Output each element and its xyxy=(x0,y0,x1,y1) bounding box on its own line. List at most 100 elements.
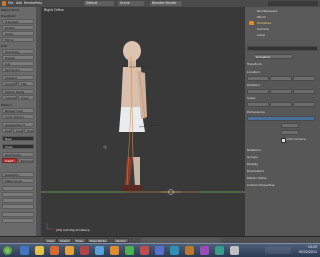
shelf-button-line[interactable]: Line xyxy=(13,128,23,133)
lamp-marker xyxy=(103,145,107,149)
viewport-scene xyxy=(41,41,245,230)
layout-selector[interactable]: Default xyxy=(84,1,114,6)
panel-transform[interactable]: Transform xyxy=(247,62,262,67)
shelf-button-motion-paths[interactable]: Motion Paths xyxy=(2,89,34,94)
dimension-value-field-2[interactable] xyxy=(281,130,299,135)
shelf-section-transform[interactable]: Transform xyxy=(1,14,35,18)
taskbar-app-icon-8[interactable] xyxy=(125,246,134,255)
3d-viewport[interactable]: Right Ortho (24) Cell Rig Armature xyxy=(41,7,245,236)
properties-context-tabs[interactable] xyxy=(247,46,318,51)
dimension-value-field[interactable] xyxy=(281,123,299,128)
outliner[interactable]: RenderLayers World Armature Camera Lamp xyxy=(245,7,320,46)
object-name-field[interactable]: Armature xyxy=(253,54,293,59)
shelf-section-history[interactable]: History xyxy=(1,103,35,107)
scale-x-field[interactable] xyxy=(247,102,269,107)
outliner-item-lamp[interactable]: Lamp xyxy=(257,33,265,38)
shelf-button-remove-keyframe[interactable]: Remove xyxy=(18,158,34,163)
shelf-button-draw[interactable]: Draw xyxy=(2,128,12,133)
menu-render[interactable]: Render xyxy=(24,1,35,5)
label-scale: Scale: xyxy=(247,96,257,100)
shelf-button-extra-3[interactable] xyxy=(2,198,34,203)
menu-add[interactable]: Add xyxy=(16,1,22,5)
shelf-button-keyframes[interactable]: Keyframes xyxy=(2,152,34,157)
blender-logo-icon[interactable] xyxy=(2,1,6,6)
shelf-button-shading[interactable]: Shading xyxy=(2,75,34,80)
properties-editor[interactable]: Armature Transform Location: Rotation: S… xyxy=(245,45,320,236)
taskbar-app-icon-12[interactable] xyxy=(185,246,194,255)
taskbar: 10:25 05/22/2011 xyxy=(0,243,320,257)
shelf-button-relations[interactable]: Relations xyxy=(2,172,34,177)
shelf-button-grease-pencil[interactable]: Grease Pencil xyxy=(2,122,34,127)
shelf-button-new[interactable]: New xyxy=(2,136,34,141)
taskbar-app-icon-10[interactable] xyxy=(155,246,164,255)
blender-taskbar-icon[interactable] xyxy=(110,246,119,255)
menu-file[interactable]: File xyxy=(8,1,13,5)
taskbar-app-icon-3[interactable] xyxy=(50,246,59,255)
location-y-field[interactable] xyxy=(270,76,292,81)
taskbar-app-icon-6[interactable] xyxy=(95,246,104,255)
taskbar-app-icon-11[interactable] xyxy=(170,246,179,255)
shelf-button-repeat-last[interactable]: Repeat Last xyxy=(2,108,34,113)
shelf-button-set-origin[interactable]: Set Origin xyxy=(2,67,34,72)
label-location: Location: xyxy=(247,70,261,74)
taskbar-app-icon-1[interactable] xyxy=(20,246,29,255)
location-z-field[interactable] xyxy=(293,76,315,81)
scale-z-field[interactable] xyxy=(293,102,315,107)
render-engine-selector[interactable]: Blender Render xyxy=(150,1,182,6)
panel-custom-properties[interactable]: Custom Properties xyxy=(247,183,275,188)
taskbar-app-icon-13[interactable] xyxy=(200,246,209,255)
shelf-section-object-tools[interactable]: Object Tools xyxy=(1,8,35,12)
taskbar-app-icon-14[interactable] xyxy=(215,246,224,255)
scene-selector[interactable]: Scene xyxy=(118,1,144,6)
shelf-button-translate[interactable]: Translate xyxy=(2,19,34,24)
shelf-button-clear[interactable]: Clear xyxy=(18,95,34,100)
rotation-y-field[interactable] xyxy=(270,89,292,94)
shelf-button-extra-4[interactable] xyxy=(2,204,34,209)
shelf-button-rotate[interactable]: Rotate xyxy=(2,25,34,30)
outliner-item-world[interactable]: World xyxy=(257,15,266,20)
shelf-button-extra-1[interactable] xyxy=(2,186,34,191)
shelf-button-calculate[interactable]: Calculate xyxy=(2,95,17,100)
panel-groups[interactable]: Groups xyxy=(247,155,258,160)
taskbar-app-icon-9[interactable] xyxy=(140,246,149,255)
menu-help[interactable]: Help xyxy=(35,1,42,5)
system-tray[interactable] xyxy=(265,247,291,254)
taskbar-app-icon-15[interactable] xyxy=(230,246,239,255)
shelf-button-extra-5[interactable] xyxy=(2,212,34,217)
shelf-button-join[interactable]: Join xyxy=(2,61,34,66)
window-controls[interactable] xyxy=(268,1,318,6)
viewport-object-info: (24) Cell Rig Armature xyxy=(56,228,90,232)
shelf-button-extra-6[interactable] xyxy=(2,218,34,223)
rotation-x-field[interactable] xyxy=(247,89,269,94)
label-rotation: Rotation: xyxy=(247,83,261,87)
shelf-section-edit[interactable]: Edit xyxy=(1,44,35,48)
shelf-button-undo-history[interactable]: Undo History xyxy=(2,114,34,119)
shelf-button-scale[interactable]: Scale xyxy=(2,31,34,36)
panel-motion-paths[interactable]: Motion Paths xyxy=(247,176,266,181)
outliner-item-camera[interactable]: Camera xyxy=(257,27,269,32)
dimensions-field[interactable] xyxy=(247,116,315,121)
outliner-item-renderlayers[interactable]: RenderLayers xyxy=(257,9,278,14)
shelf-button-mirror[interactable]: Mirror xyxy=(2,37,34,42)
panel-duplication[interactable]: Duplication xyxy=(247,169,264,174)
shelf-button-smooth[interactable]: Smooth xyxy=(2,81,17,86)
panel-display[interactable]: Display xyxy=(247,162,258,167)
scale-y-field[interactable] xyxy=(270,102,292,107)
shelf-button-extra-2[interactable] xyxy=(2,192,34,197)
shelf-button-insert-keyframe[interactable]: Insert xyxy=(2,158,17,163)
rotation-z-field[interactable] xyxy=(293,89,315,94)
start-button-icon[interactable] xyxy=(3,246,12,255)
taskbar-clock[interactable]: 10:25 05/22/2011 xyxy=(299,245,317,254)
shelf-button-duplicate[interactable]: Duplicate xyxy=(2,49,34,54)
shelf-button-delete[interactable]: Delete xyxy=(2,55,34,60)
taskbar-app-icon-5[interactable] xyxy=(80,246,89,255)
shelf-button-flat[interactable]: Flat xyxy=(18,81,34,86)
taskbar-app-icon-2[interactable] xyxy=(35,246,44,255)
shelf-button-snap[interactable]: Snap xyxy=(2,144,34,149)
panel-relations[interactable]: Relations xyxy=(247,148,261,153)
location-x-field[interactable] xyxy=(247,76,269,81)
outliner-item-armature[interactable]: Armature xyxy=(257,21,271,26)
shelf-button-make-local[interactable]: Make Local xyxy=(2,178,34,183)
shelf-button-erase[interactable]: Erase xyxy=(24,128,34,133)
firefox-icon[interactable] xyxy=(65,246,74,255)
